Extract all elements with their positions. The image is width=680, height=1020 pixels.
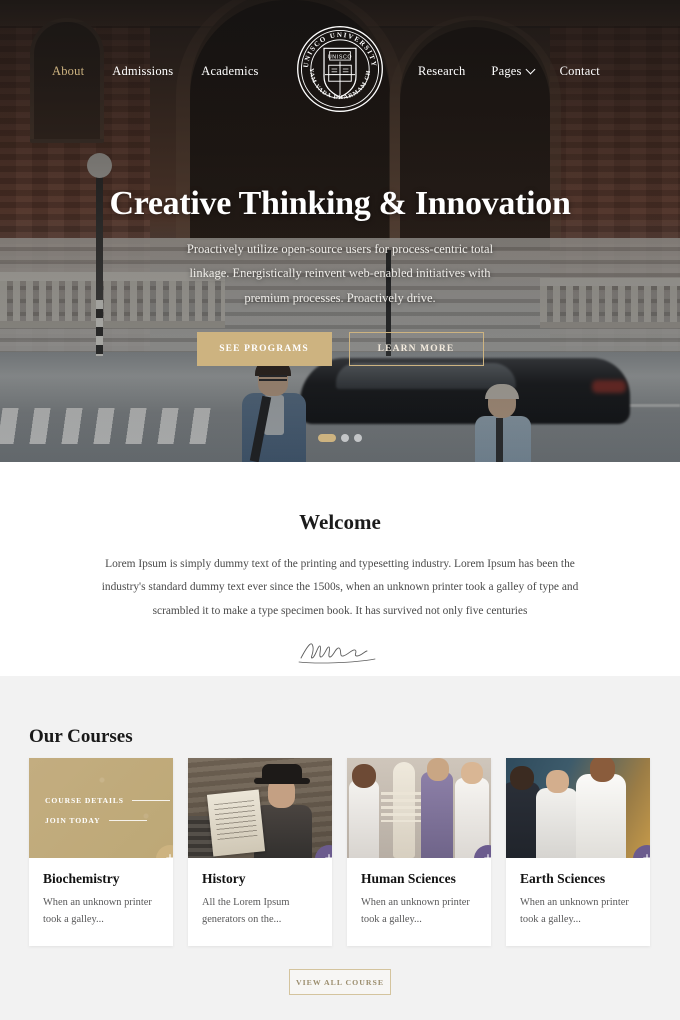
- course-card-description: When an unknown printer took a galley...: [520, 897, 629, 926]
- svg-text:UNISCO: UNISCO: [328, 54, 352, 60]
- course-card-media: +: [347, 758, 491, 858]
- courses-heading: Our Courses: [29, 726, 133, 747]
- nav-item-admissions[interactable]: Admissions: [112, 64, 173, 79]
- nav-item-contact[interactable]: Contact: [560, 64, 600, 79]
- course-card-title: Earth Sciences: [520, 871, 606, 886]
- see-programs-button[interactable]: SEE PROGRAMS: [196, 332, 332, 367]
- hero-title: Creative Thinking & Innovation: [109, 185, 571, 222]
- nav-item-research[interactable]: Research: [418, 64, 465, 79]
- course-card-media: +: [506, 758, 650, 858]
- course-card-title: Biochemistry: [43, 871, 120, 886]
- join-today-link[interactable]: JOIN TODAY: [45, 816, 173, 825]
- course-card-media: COURSE DETAILS JOIN TODAY +: [29, 758, 173, 858]
- course-card[interactable]: + Earth Sciences When an unknown printer…: [506, 758, 650, 947]
- course-card-description: When an unknown printer took a galley...: [361, 897, 470, 926]
- hero-section: About Admissions Academics UNISCO UNIVER…: [0, 0, 680, 462]
- nav-links-left: About Admissions Academics: [52, 64, 259, 79]
- nav-item-pages-label: Pages: [491, 64, 522, 78]
- course-card-body: Human Sciences When an unknown printer t…: [347, 858, 491, 946]
- nav-item-academics[interactable]: Academics: [201, 64, 258, 79]
- divider-line: [131, 800, 170, 801]
- site-logo-seal[interactable]: UNISCO UNIVERSITY SATYAM VADA DHARMAM CH…: [290, 18, 387, 116]
- courses-card-list: COURSE DETAILS JOIN TODAY + Biochemistry…: [29, 758, 650, 947]
- nav-item-about[interactable]: About: [52, 64, 84, 79]
- earth-sciences-lab-image: [506, 758, 650, 858]
- join-today-label: JOIN TODAY: [45, 816, 101, 825]
- welcome-section: Welcome Lorem Ipsum is simply dummy text…: [0, 462, 680, 676]
- course-card-media: +: [188, 758, 332, 858]
- course-details-label: COURSE DETAILS: [45, 796, 124, 805]
- course-card-title: History: [202, 871, 246, 886]
- hero-buttons: SEE PROGRAMS LEARN MORE: [196, 332, 484, 367]
- course-card[interactable]: + Human Sciences When an unknown printer…: [347, 758, 491, 947]
- course-card-body: Earth Sciences When an unknown printer t…: [506, 858, 650, 946]
- course-card-description: When an unknown printer took a galley...: [43, 897, 152, 926]
- nav-item-pages[interactable]: Pages: [491, 64, 533, 79]
- course-card[interactable]: + History All the Lorem Ipsum generators…: [188, 758, 332, 947]
- course-card-description: All the Lorem Ipsum generators on the...: [202, 897, 290, 926]
- welcome-body-text: Lorem Ipsum is simply dummy text of the …: [101, 558, 579, 617]
- nav-links-right: Research Pages Contact: [418, 64, 600, 79]
- chevron-down-icon: [527, 66, 534, 73]
- history-newspaper-man-image: [188, 758, 332, 858]
- human-sciences-skeleton-class-image: [347, 758, 491, 858]
- course-card-body: History All the Lorem Ipsum generators o…: [188, 858, 332, 946]
- view-all-course-button[interactable]: VIEW ALL COURSE: [289, 969, 391, 995]
- divider-line: [108, 820, 147, 821]
- course-card[interactable]: COURSE DETAILS JOIN TODAY + Biochemistry…: [29, 758, 173, 947]
- course-details-link[interactable]: COURSE DETAILS: [45, 796, 173, 805]
- main-navigation: About Admissions Academics UNISCO UNIVER…: [0, 0, 680, 120]
- course-card-title: Human Sciences: [361, 871, 456, 886]
- handwritten-signature-icon: [295, 637, 385, 667]
- learn-more-button[interactable]: LEARN MORE: [348, 332, 484, 367]
- welcome-heading: Welcome: [299, 510, 381, 534]
- course-card-body: Biochemistry When an unknown printer too…: [29, 858, 173, 946]
- course-card-overlay: COURSE DETAILS JOIN TODAY: [29, 758, 173, 858]
- hero-description: Proactively utilize open-source users fo…: [186, 242, 494, 305]
